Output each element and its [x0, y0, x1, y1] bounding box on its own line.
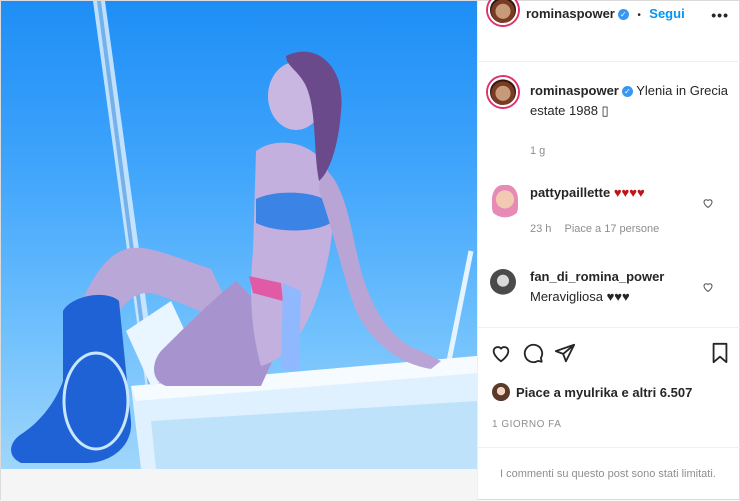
speech-bubble-icon[interactable] [522, 342, 544, 364]
comments-limited-notice: I commenti su questo post sono stati lim… [478, 447, 740, 501]
heart-icon[interactable] [702, 281, 714, 293]
post-header: rominaspower ✓ • Segui ••• [478, 0, 740, 62]
likes-summary[interactable]: Piace a myulrika e altri 6.507 [492, 383, 692, 401]
caption-avatar[interactable] [488, 77, 518, 107]
comment-text: Meravigliosa ♥♥♥ [530, 289, 630, 304]
instagram-post: rominaspower ✓ • Segui ••• rominaspower ✓ … [0, 0, 740, 501]
follow-button[interactable]: Segui [649, 6, 684, 21]
woman-on-boat-illustration [11, 1, 477, 469]
author-username[interactable]: rominaspower [526, 6, 615, 21]
likes-text: Piace a myulrika e altri 6.507 [516, 384, 693, 400]
heart-icon[interactable] [702, 197, 714, 209]
caption-time: 1 g [530, 145, 546, 157]
verified-badge-icon: ✓ [621, 86, 633, 97]
caption-username[interactable]: rominaspower [530, 83, 619, 98]
caption-text-block: rominaspower ✓ Ylenia in Grecia estate 19… [530, 81, 730, 161]
comment-likes[interactable]: Piace a 17 persone [564, 223, 659, 235]
liker-avatar [492, 383, 510, 401]
comment-body: fan_di_romina_power Meravigliosa ♥♥♥ [530, 267, 700, 307]
post-action-bar [478, 327, 740, 374]
comment-text: ♥♥♥♥ [613, 185, 645, 200]
verified-badge-icon: ✓ [617, 9, 629, 20]
comment-meta: 23 h Piace a 17 persone [530, 219, 700, 239]
post-side-panel: rominaspower ✓ • Segui ••• rominaspower ✓ … [478, 0, 740, 501]
post-photo[interactable] [1, 1, 477, 469]
comment-body: pattypaillette ♥♥♥♥ 23 h Piace a 17 pers… [530, 183, 700, 239]
bookmark-icon[interactable] [710, 342, 730, 364]
commenter-avatar[interactable] [492, 185, 518, 221]
author-info: rominaspower ✓ • Segui [526, 5, 685, 23]
author-avatar[interactable] [488, 0, 518, 25]
paper-plane-icon[interactable] [554, 342, 576, 364]
comment-username[interactable]: fan_di_romina_power [530, 269, 664, 284]
heart-icon[interactable] [490, 342, 512, 364]
separator-dot: • [637, 10, 641, 21]
comment-time: 23 h [530, 223, 552, 235]
more-options-icon[interactable]: ••• [711, 7, 729, 23]
photo-footer-space [1, 469, 477, 501]
post-date: 1 GIORNO FA [492, 419, 562, 430]
comment-username[interactable]: pattypaillette [530, 185, 610, 200]
commenter-avatar[interactable] [490, 269, 516, 295]
